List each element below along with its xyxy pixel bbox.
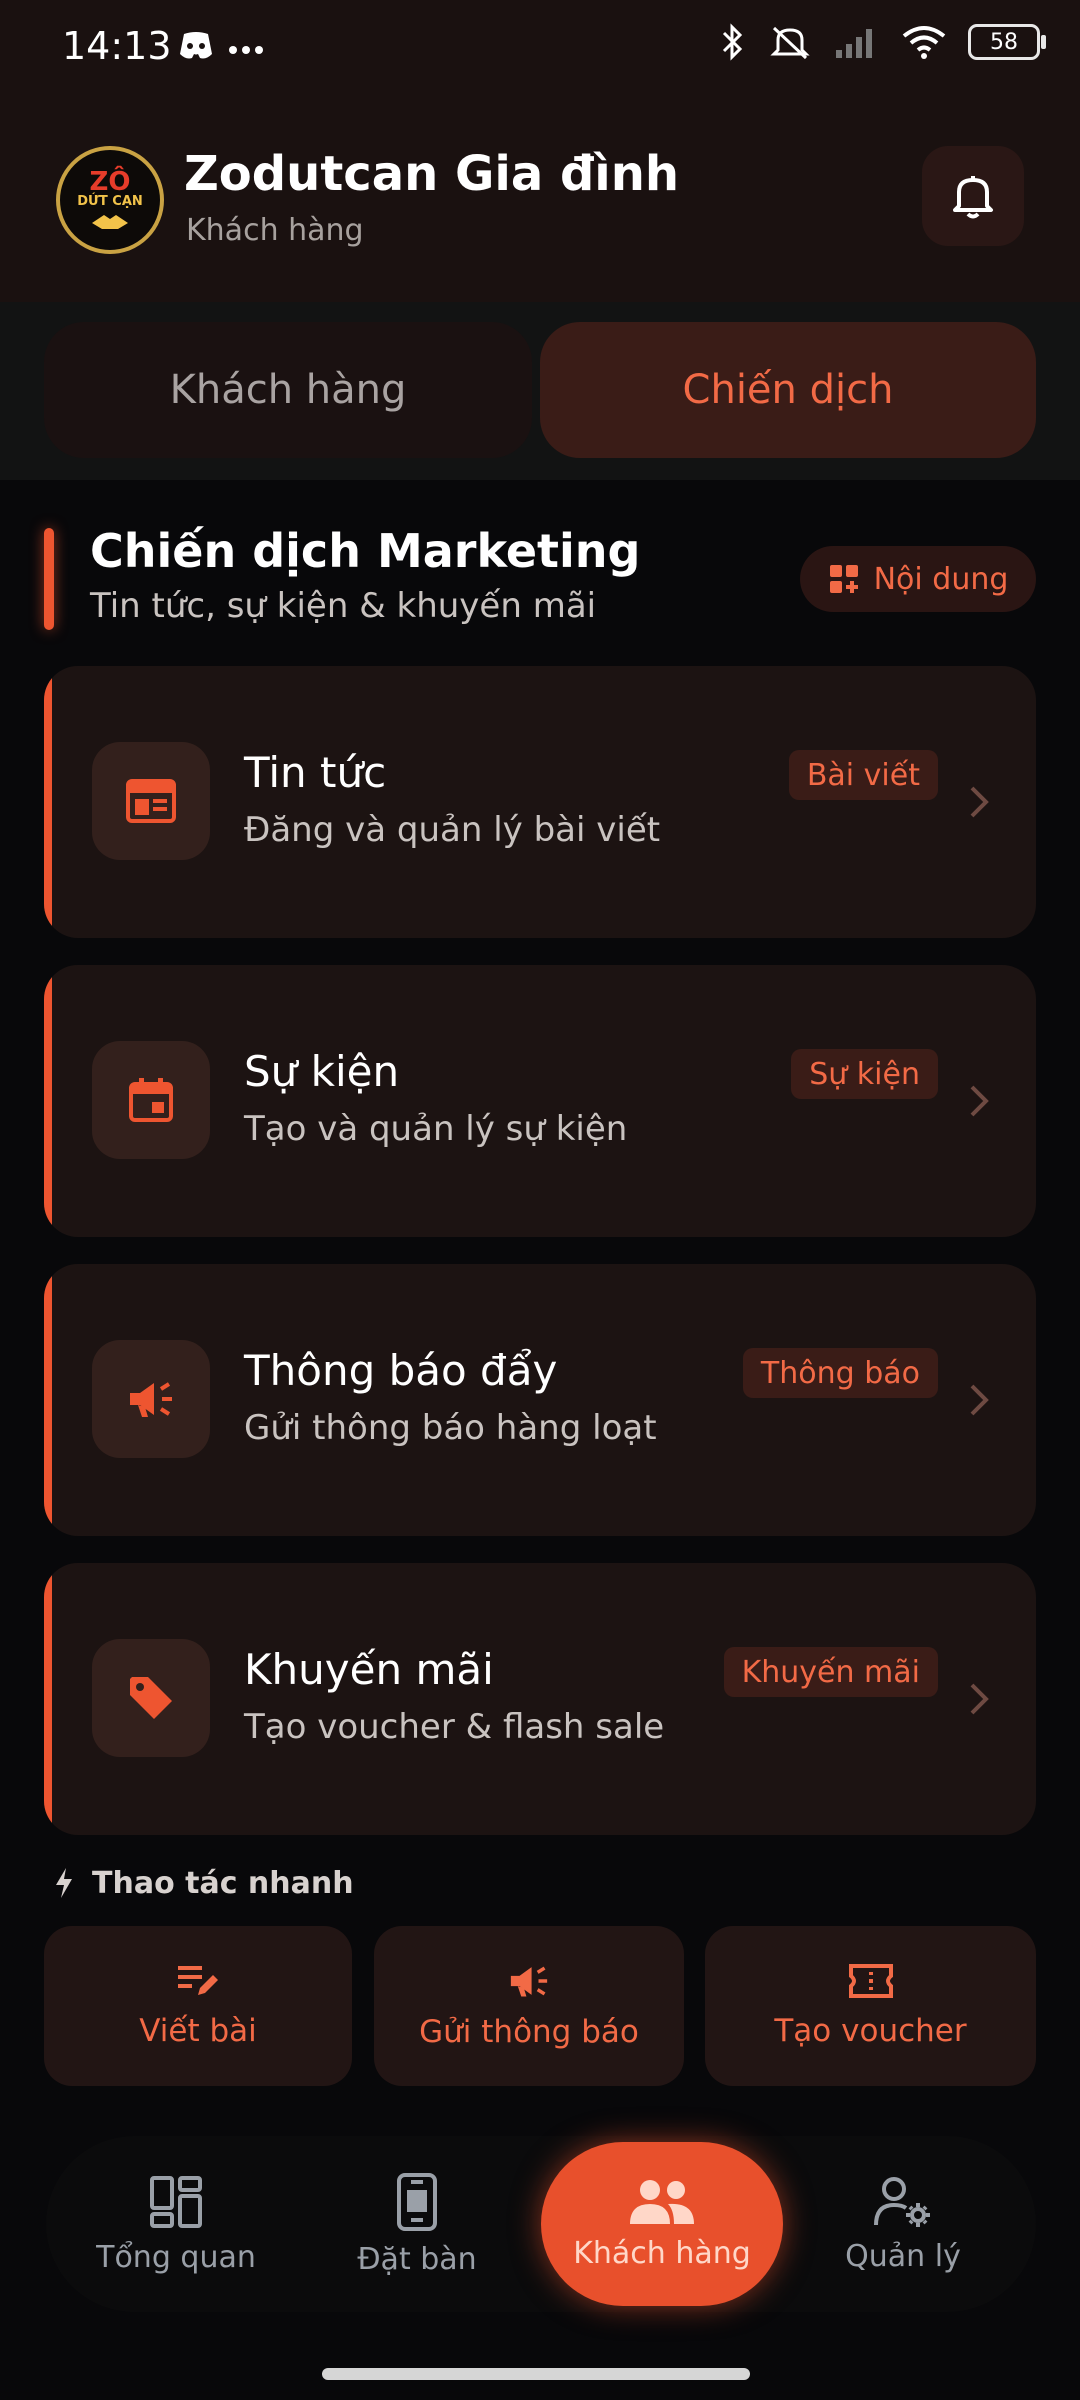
create-voucher-button[interactable]: Tạo voucher	[705, 1926, 1036, 2086]
card-events[interactable]: Sự kiện Tạo và quản lý sự kiện Sự kiện	[44, 965, 1036, 1237]
card-title: Tin tức	[244, 748, 387, 797]
table-booking-icon	[397, 2172, 437, 2231]
card-description: Đăng và quản lý bài viết	[244, 810, 661, 850]
section-accent-bar	[44, 528, 54, 630]
card-badge: Khuyến mãi	[723, 1647, 938, 1697]
calendar-icon	[129, 1078, 173, 1122]
write-post-label: Viết bài	[139, 2013, 257, 2049]
brand-name: Zodutcan Gia đình	[184, 146, 680, 202]
brand-subtitle: Khách hàng	[186, 213, 364, 248]
card-badge: Sự kiện	[791, 1049, 938, 1099]
megaphone-icon	[510, 1966, 548, 1997]
people-icon	[630, 2179, 694, 2224]
quick-actions-label: Thao tác nhanh	[92, 1866, 354, 1901]
card-description: Gửi thông báo hàng loạt	[244, 1408, 657, 1448]
signal-icon	[836, 29, 872, 58]
section-subtitle: Tin tức, sự kiện & khuyến mãi	[90, 586, 597, 626]
card-accent	[44, 1563, 52, 1835]
chevron-right-icon	[970, 786, 989, 818]
card-accent	[44, 1264, 52, 1536]
card-push-notifications[interactable]: Thông báo đẩy Gửi thông báo hàng loạt Th…	[44, 1264, 1036, 1536]
ticket-icon	[848, 1964, 893, 1998]
edit-note-icon	[178, 1966, 218, 1995]
card-icon-box	[92, 1340, 210, 1458]
nav-overview[interactable]: Tổng quan	[72, 2142, 280, 2306]
card-icon-box	[92, 1639, 210, 1757]
brand-logo: ZÔ DỨT CẠN	[56, 146, 164, 254]
dashboard-add-icon	[829, 565, 858, 593]
write-post-button[interactable]: Viết bài	[44, 1926, 352, 2086]
card-badge: Thông báo	[742, 1348, 938, 1398]
nav-overview-label: Tổng quan	[96, 2239, 256, 2275]
newspaper-icon	[126, 779, 176, 823]
card-title: Khuyến mãi	[244, 1645, 494, 1694]
card-description: Tạo và quản lý sự kiện	[244, 1109, 628, 1149]
nav-manage[interactable]: Quản lý	[808, 2142, 998, 2306]
card-accent	[44, 965, 52, 1237]
bolt-icon	[52, 1866, 76, 1904]
wifi-icon	[902, 26, 946, 59]
create-voucher-label: Tạo voucher	[774, 2013, 967, 2049]
status-time: 14:13	[62, 24, 172, 68]
card-title: Thông báo đẩy	[244, 1346, 558, 1395]
user-settings-icon	[874, 2176, 930, 2227]
card-news[interactable]: Tin tức Đăng và quản lý bài viết Bài viế…	[44, 666, 1036, 938]
bluetooth-icon	[722, 23, 743, 61]
nav-manage-label: Quản lý	[845, 2238, 961, 2274]
tab-campaigns[interactable]: Chiến dịch	[540, 322, 1036, 458]
card-title: Sự kiện	[244, 1047, 400, 1096]
nav-customers[interactable]: Khách hàng	[541, 2142, 783, 2306]
content-button[interactable]: Nội dung	[800, 546, 1036, 612]
discord-icon	[176, 30, 216, 66]
card-description: Tạo voucher & flash sale	[244, 1707, 665, 1747]
card-icon-box	[92, 1041, 210, 1159]
section-title: Chiến dịch Marketing	[90, 524, 641, 578]
chevron-right-icon	[970, 1683, 989, 1715]
status-icons: 58	[720, 22, 1046, 62]
card-promotions[interactable]: Khuyến mãi Tạo voucher & flash sale Khuy…	[44, 1563, 1036, 1835]
nav-customers-label: Khách hàng	[573, 2235, 751, 2271]
content-button-label: Nội dung	[873, 561, 1009, 597]
home-indicator[interactable]	[322, 2368, 750, 2380]
nav-table-booking-label: Đặt bàn	[357, 2241, 477, 2277]
send-notification-label: Gửi thông báo	[419, 2014, 639, 2050]
card-icon-box	[92, 742, 210, 860]
chevron-right-icon	[970, 1384, 989, 1416]
tab-customers[interactable]: Khách hàng	[44, 322, 532, 458]
mute-icon	[770, 26, 810, 60]
bell-icon	[953, 176, 993, 219]
megaphone-icon	[130, 1382, 172, 1417]
nav-table-booking[interactable]: Đặt bàn	[312, 2142, 522, 2306]
card-badge: Bài viết	[788, 750, 938, 800]
notifications-button[interactable]	[922, 146, 1024, 246]
card-accent	[44, 666, 52, 938]
send-notification-button[interactable]: Gửi thông báo	[374, 1926, 684, 2086]
more-notifications-icon	[228, 40, 264, 59]
chevron-right-icon	[970, 1085, 989, 1117]
tag-icon	[130, 1677, 172, 1719]
battery-indicator: 58	[968, 24, 1046, 60]
dashboard-icon	[150, 2175, 202, 2228]
